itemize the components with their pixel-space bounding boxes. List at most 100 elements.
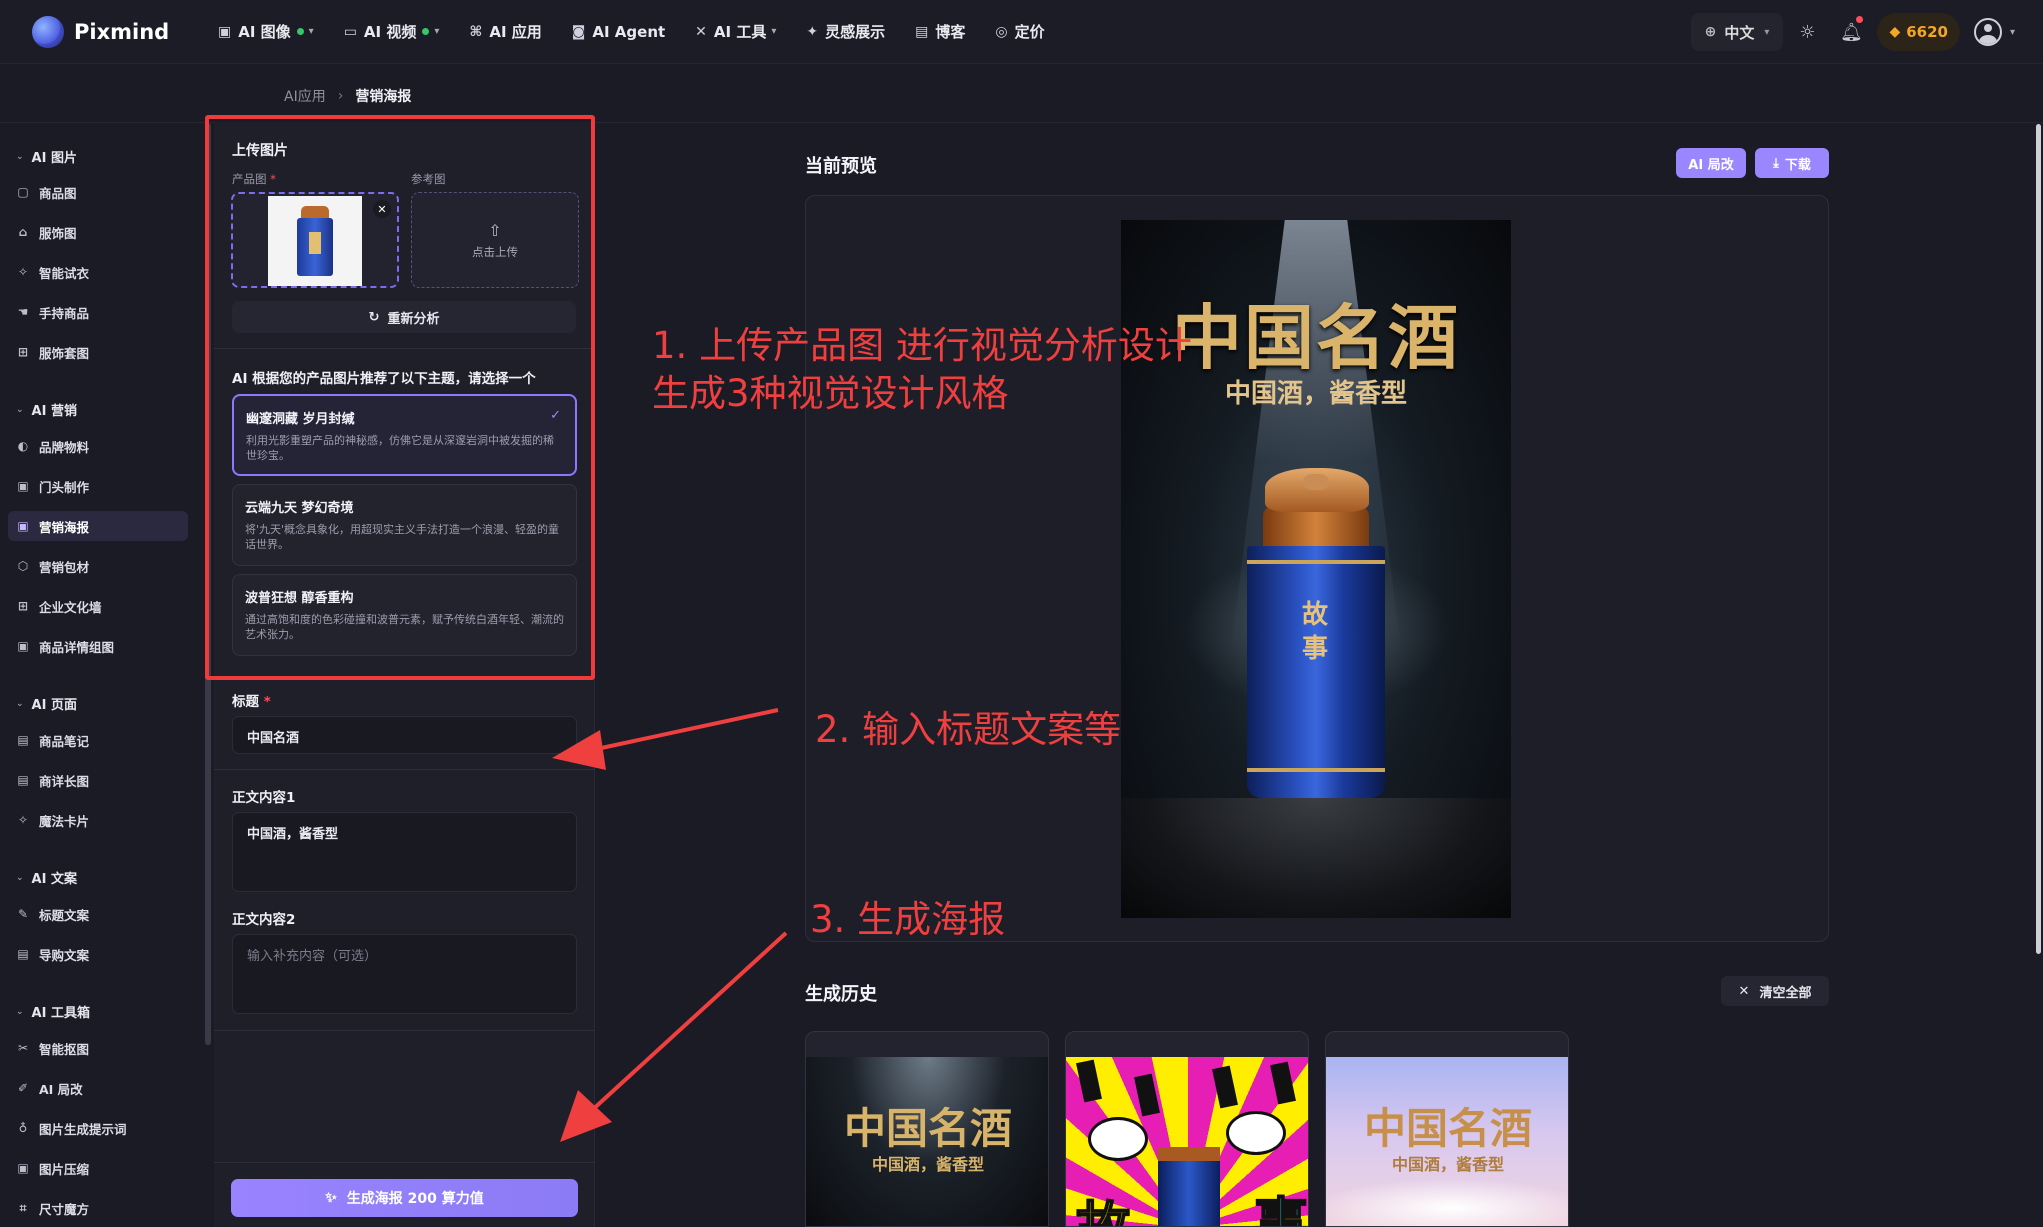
nav-ai-tools[interactable]: ✕ AI 工具 ▾	[680, 12, 791, 52]
theme-description: 将'九天'概念具象化，用超现实主义手法打造一个浪漫、轻盈的童话世界。	[245, 523, 560, 551]
page-scrollbar[interactable]	[2036, 124, 2041, 954]
product-image-upload[interactable]: ✕	[231, 192, 399, 288]
nav-ai-agent[interactable]: ◙ AI Agent	[557, 12, 680, 52]
bulb-icon: ♁	[18, 1121, 28, 1135]
sidebar-item-ai-partial-edit[interactable]: ✐ AI 局改	[8, 1073, 188, 1103]
sidebar-item-marketing-poster[interactable]: ▣ 营销海报	[8, 511, 188, 541]
sidebar-item-magic-card[interactable]: ✧ 魔法卡片	[8, 805, 188, 835]
close-icon: ✕	[377, 202, 387, 216]
nav-ai-image[interactable]: ▣ AI 图像 ▾	[203, 12, 329, 52]
nav-ai-apps[interactable]: ⌘ AI 应用	[454, 12, 556, 52]
clear-all-button[interactable]: ✕ 清空全部	[1721, 976, 1829, 1006]
credits-value: 6620	[1906, 23, 1948, 41]
sidebar-item-label: 服饰图	[39, 225, 77, 241]
sidebar-group-ai-pages[interactable]: ⌄ AI 页面	[16, 694, 77, 713]
sidebar-item-label: 智能试衣	[39, 265, 90, 281]
chevron-down-icon: ▾	[308, 26, 314, 37]
sidebar-item-label: 图片生成提示词	[39, 1121, 127, 1137]
theme-option-pop[interactable]: 波普狂想 醇香重构 通过高饱和度的色彩碰撞和波普元素，赋予传统白酒年轻、潮流的艺…	[232, 574, 577, 656]
chevron-down-icon: ⌄	[16, 1006, 24, 1017]
image-icon: ▣	[218, 23, 232, 40]
sidebar-group-ai-copy[interactable]: ⌄ AI 文案	[16, 868, 77, 887]
sidebar-item-label: 标题文案	[39, 907, 90, 923]
sidebar-item-prompt-generator[interactable]: ♁ 图片生成提示词	[8, 1113, 188, 1143]
comic-bubble	[1088, 1117, 1148, 1161]
sidebar-item-storefront-sign[interactable]: ▣ 门头制作	[8, 471, 188, 501]
breadcrumb-parent[interactable]: AI应用	[284, 86, 326, 106]
sidebar-group-ai-toolbox[interactable]: ⌄ AI 工具箱	[16, 1002, 90, 1021]
history-item-pop[interactable]: 故 事	[1065, 1031, 1309, 1227]
sidebar-scrollbar[interactable]	[205, 123, 211, 1045]
nav-ai-video[interactable]: ▭ AI 视频 ▾	[329, 12, 455, 52]
body2-textarea[interactable]: 输入补充内容（可选）	[232, 934, 577, 1014]
sidebar-item-label: 图片压缩	[39, 1161, 90, 1177]
credits-badge[interactable]: ◆ 6620	[1877, 13, 1960, 51]
jar-label: 故事	[1301, 600, 1328, 664]
sidebar-item-marketing-packaging[interactable]: ⬡ 营销包材	[8, 551, 188, 581]
sidebar-item-label: AI 局改	[39, 1081, 83, 1097]
sidebar-item-virtual-tryon[interactable]: ✧ 智能试衣	[8, 257, 188, 287]
sidebar-item-image-compress[interactable]: ▣ 图片压缩	[8, 1153, 188, 1183]
history-item-dark[interactable]: 中国名酒 中国酒，酱香型	[805, 1031, 1049, 1227]
body1-textarea[interactable]: 中国酒，酱香型	[232, 812, 577, 892]
sidebar-item-culture-wall[interactable]: ⊞ 企业文化墙	[8, 591, 188, 621]
crop-icon: ⌗	[19, 1200, 27, 1215]
download-button[interactable]: ⤓ 下载	[1755, 148, 1829, 178]
sidebar-item-apparel-set[interactable]: ⊞ 服饰套图	[8, 337, 188, 367]
sidebar-item-brand-materials[interactable]: ◐ 品牌物料	[8, 431, 188, 461]
brain-logo-icon	[32, 15, 64, 48]
notifications-button[interactable]: 🔔︎	[1831, 12, 1871, 52]
sidebar-item-size-cube[interactable]: ⌗ 尺寸魔方	[8, 1193, 188, 1223]
sidebar-item-smart-cutout[interactable]: ✂ 智能抠图	[8, 1033, 188, 1063]
apps-icon: ⌘	[469, 23, 483, 40]
section-divider	[214, 1162, 595, 1163]
nav-label: 定价	[1014, 23, 1045, 41]
main-nav: ▣ AI 图像 ▾ ▭ AI 视频 ▾ ⌘ AI 应用 ◙ AI Agent ✕…	[203, 12, 1060, 52]
product-image-label-text: 产品图	[232, 172, 267, 186]
theme-option-cloud[interactable]: 云端九天 梦幻奇境 将'九天'概念具象化，用超现实主义手法打造一个浪漫、轻盈的童…	[232, 484, 577, 566]
pen-icon: ✎	[17, 907, 29, 921]
thumb-title: 中国名酒	[1363, 1104, 1532, 1153]
history-title: 生成历史	[805, 984, 877, 1005]
reanalyze-button[interactable]: ↻ 重新分析	[232, 301, 576, 333]
nav-blog[interactable]: ▤ 博客	[900, 12, 980, 52]
theme-option-cave[interactable]: 幽邃洞藏 岁月封缄 利用光影重塑产品的神秘感，仿佛它是从深邃岩洞中被发掘的稀世珍…	[232, 394, 577, 476]
nav-inspiration[interactable]: ✦ 灵感展示	[791, 12, 900, 52]
sidebar-item-label: 营销海报	[39, 519, 90, 535]
history-thumbnail: 故 事	[1066, 1057, 1308, 1226]
theme-toggle-button[interactable]: ☼	[1787, 12, 1827, 52]
title-input[interactable]: 中国名酒	[232, 716, 577, 754]
reference-image-upload[interactable]: ⇧ 点击上传	[411, 192, 579, 288]
sidebar-item-title-copy[interactable]: ✎ 标题文案	[8, 899, 188, 929]
sidebar-item-apparel-image[interactable]: ⌂ 服饰图	[8, 217, 188, 247]
rock-base	[1121, 798, 1511, 918]
user-menu[interactable]: ▾	[1973, 18, 2015, 46]
app-name: Pixmind	[74, 19, 170, 44]
remove-image-button[interactable]: ✕	[373, 200, 391, 218]
history-item-dream[interactable]: 中国名酒 中国酒，酱香型	[1325, 1031, 1569, 1227]
sidebar-item-long-detail-image[interactable]: ▤ 商详长图	[8, 765, 188, 795]
sidebar-group-ai-image[interactable]: ⌄ AI 图片	[16, 147, 77, 166]
theme-description: 通过高饱和度的色彩碰撞和波普元素，赋予传统白酒年轻、潮流的艺术张力。	[245, 613, 564, 641]
thumb-subtitle: 中国酒，酱香型	[871, 1155, 984, 1174]
breadcrumb: AI应用 › 营销海报	[284, 86, 411, 106]
sidebar-item-product-detail-set[interactable]: ▣ 商品详情组图	[8, 631, 188, 661]
chevron-down-icon: ▾	[771, 26, 777, 37]
sidebar-group-ai-marketing[interactable]: ⌄ AI 营销	[16, 400, 77, 419]
sidebar-item-label: 服饰套图	[39, 345, 90, 361]
sidebar-item-product-image[interactable]: ▢ 商品图	[8, 177, 188, 207]
generate-poster-button[interactable]: ✨︎ 生成海报 200 算力值	[231, 1179, 578, 1217]
magic-wand-icon: ✨︎	[325, 1190, 337, 1206]
language-selector[interactable]: ⊕ 中文 ▾	[1690, 13, 1784, 51]
reference-image-label: 参考图	[411, 172, 446, 186]
preview-title: 当前预览	[805, 156, 877, 177]
nav-pricing[interactable]: ◎ 定价	[980, 12, 1059, 52]
sidebar-item-product-notes[interactable]: ▤ 商品笔记	[8, 725, 188, 755]
image-icon: ▣	[17, 479, 29, 493]
liquor-jar: 故事	[1247, 468, 1385, 798]
sidebar-item-shopping-guide-copy[interactable]: ▤ 导购文案	[8, 939, 188, 969]
logo[interactable]: Pixmind	[32, 15, 200, 48]
robot-icon: ◙	[571, 23, 586, 40]
sidebar-item-handheld-product[interactable]: ☚ 手持商品	[8, 297, 188, 327]
ai-edit-button[interactable]: AI 局改	[1676, 148, 1746, 178]
